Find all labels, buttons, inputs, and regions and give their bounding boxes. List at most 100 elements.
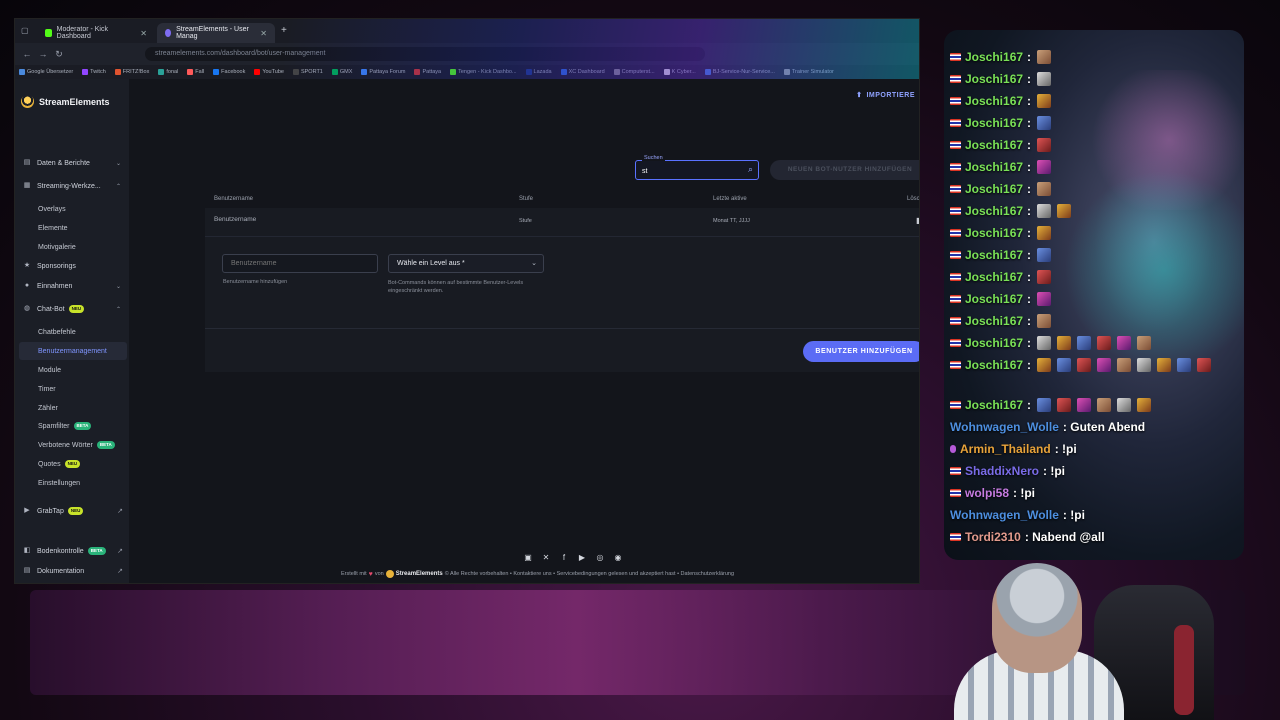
search-icon[interactable]: ⌕ <box>748 164 753 175</box>
bookmark-item[interactable]: Trainer Simulator <box>783 69 834 75</box>
sidebar-item-motivgalerie[interactable]: Motivgalerie <box>15 238 129 256</box>
chat-text: : <box>1027 270 1032 284</box>
chat-emote-icon <box>1037 116 1052 130</box>
forward-icon[interactable]: → <box>35 49 51 59</box>
chevron-up-icon: ⌃ <box>115 306 121 313</box>
footer-links[interactable]: © Alle Rechte vorbehalten • Kontaktiere … <box>445 571 734 577</box>
sidebar-bottom-bodenkontrolle[interactable]: ◧ Bodenkontrolle BETA ↗ <box>15 542 129 560</box>
username-input[interactable] <box>222 254 378 273</box>
sidebar-item-einstellungen[interactable]: Einstellungen <box>15 474 129 492</box>
row-last-active: Monat TT, JJJJ <box>713 218 750 224</box>
bookmark-item[interactable]: SPORT1 <box>292 69 323 75</box>
search-label: Suchen <box>642 155 665 161</box>
close-icon[interactable]: ✕ <box>260 29 267 38</box>
close-icon[interactable]: ✕ <box>140 29 147 38</box>
sidebar-item-module[interactable]: Module <box>15 361 129 379</box>
sidebar-item-verbotene-wörter[interactable]: Verbotene Wörter BETA <box>15 436 129 454</box>
sidebar-item-spamfilter[interactable]: Spamfilter BETA <box>15 417 129 435</box>
brand-logo[interactable]: StreamElements <box>21 95 110 108</box>
bookmark-item[interactable]: Google Übersetzer <box>19 69 73 75</box>
add-user-button[interactable]: BENUTZER HINZUFÜGEN <box>803 341 919 362</box>
bookmark-icon <box>525 69 532 75</box>
sidebar-item-streaming-werkze-[interactable]: ▦ Streaming-Werkze... ⌃ <box>15 177 129 195</box>
sidebar-bottom-hilfe[interactable]: ?Hilfe <box>15 582 129 583</box>
chat-emote-icon <box>1137 398 1152 412</box>
column-header-last-active[interactable]: Letzte aktive <box>713 196 747 202</box>
bookmark-item[interactable]: K Cyber... <box>663 69 696 75</box>
thailand-flag-icon <box>950 229 961 237</box>
bookmark-item[interactable]: Pattaya <box>414 69 441 75</box>
tab-streamelements[interactable]: StreamElements - User Manag ✕ <box>157 23 275 43</box>
sidebar-item-zähler[interactable]: Zähler <box>15 399 129 417</box>
chat-message: Joschi167: <box>950 270 1052 284</box>
bookmark-label: XC Dashboard <box>568 69 605 75</box>
sidebar-item-label: Chatbefehle <box>38 328 76 336</box>
thailand-flag-icon <box>950 119 961 127</box>
url-field[interactable]: streamelements.com/dashboard/bot/user-ma… <box>145 47 705 61</box>
chat-emote-icon <box>1037 226 1052 240</box>
sidebar-item-chat-bot[interactable]: ◍ Chat-Bot NEU ⌃ <box>15 300 129 318</box>
import-button[interactable]: ⬆ IMPORTIERE <box>856 91 915 100</box>
bookmark-item[interactable]: GMX <box>331 69 352 75</box>
search-input[interactable] <box>642 166 738 176</box>
sidebar-item-elemente[interactable]: Elemente <box>15 219 129 237</box>
chat-emote-icon <box>1037 50 1052 64</box>
controls-icon: ◧ <box>23 547 31 554</box>
sidebar-item-timer[interactable]: Timer <box>15 380 129 398</box>
bookmark-item[interactable]: Twitch <box>82 69 106 75</box>
bookmark-icon <box>114 69 121 75</box>
chat-text: : <box>1027 336 1032 350</box>
tools-icon: ▦ <box>23 182 31 189</box>
footer-brand[interactable]: StreamElements <box>396 571 443 577</box>
chat-text: : <box>1027 94 1032 108</box>
bookmark-label: YouTube <box>262 69 284 75</box>
column-header-level[interactable]: Stufe <box>519 196 533 202</box>
chat-emote-icon <box>1037 398 1052 412</box>
search-field[interactable]: Suchen ⌕ <box>635 155 759 180</box>
bookmark-item[interactable]: Fall <box>187 69 204 75</box>
youtube-icon[interactable]: ▶ <box>577 553 587 563</box>
bookmark-item[interactable]: fonal <box>158 69 178 75</box>
chat-message: Joschi167: <box>950 358 1212 372</box>
bookmark-item[interactable]: XC Dashboard <box>560 69 605 75</box>
sidebar-item-einnahmen[interactable]: ● Einnahmen ⌄ <box>15 277 129 295</box>
sidebar-item-overlays[interactable]: Overlays <box>15 200 129 218</box>
bookmark-item[interactable]: Computerst... <box>613 69 655 75</box>
x-icon[interactable]: ✕ <box>541 553 551 563</box>
column-header-username[interactable]: Benutzername <box>214 196 253 202</box>
sidebar-item-chatbefehle[interactable]: Chatbefehle <box>15 323 129 341</box>
bookmark-item[interactable]: FRITZ!Box <box>114 69 150 75</box>
reload-icon[interactable]: ↻ <box>51 49 67 60</box>
bookmark-item[interactable]: YouTube <box>254 69 284 75</box>
bookmark-item[interactable]: Pattaya Forum <box>361 69 405 75</box>
bookmark-item[interactable]: Facebook <box>213 69 245 75</box>
chat-emote-icon <box>1117 336 1132 350</box>
add-bot-user-button[interactable]: NEUEN BOT-NUTZER HINZUFÜGEN <box>770 160 919 180</box>
sidebar-item-benutzermanagement[interactable]: Benutzermanagement <box>19 342 127 360</box>
sidebar-item-sponsorings[interactable]: ★ Sponsorings <box>15 257 129 275</box>
bookmark-label: FRITZ!Box <box>122 69 150 75</box>
chat-emote-icon <box>1037 94 1052 108</box>
bookmark-item[interactable]: BJ-Service-Nur-Service... <box>704 69 775 75</box>
level-select[interactable]: Wähle ein Level aus * ⌄ <box>388 254 544 273</box>
back-icon[interactable]: ← <box>19 49 35 59</box>
tab-kick-dashboard[interactable]: Moderator - Kick Dashboard ✕ <box>37 23 155 43</box>
sidebar-item-label: Sponsorings <box>37 262 76 270</box>
instagram-icon[interactable]: ◎ <box>595 553 605 563</box>
chat-username: Joschi167 <box>965 398 1024 412</box>
sidebar-item-grabtap[interactable]: ▶ GrabTap NEU ↗ <box>15 502 129 520</box>
sidebar-item-daten-berichte[interactable]: ▤ Daten & Berichte ⌄ <box>15 154 129 172</box>
tab-actions-icon[interactable]: ▢ <box>21 26 29 35</box>
chat-text: : Nabend @all <box>1024 530 1105 544</box>
new-tab-button[interactable]: + <box>281 25 287 36</box>
sidebar-bottom-dokumentation[interactable]: ▤ Dokumentation ↗ <box>15 562 129 580</box>
twitch-icon[interactable]: ▣ <box>523 553 533 563</box>
bookmark-item[interactable]: Tengen - Kick Dashbo... <box>450 69 517 75</box>
facebook-icon[interactable]: f <box>559 553 569 563</box>
delete-icon[interactable]: ▮ <box>916 216 919 225</box>
sidebar-item-quotes[interactable]: Quotes NEU <box>15 455 129 473</box>
chat-text: : <box>1027 204 1032 218</box>
discord-icon[interactable]: ◉ <box>613 553 623 563</box>
chat-message: Joschi167: <box>950 116 1052 130</box>
bookmark-item[interactable]: Lazada <box>525 69 552 75</box>
